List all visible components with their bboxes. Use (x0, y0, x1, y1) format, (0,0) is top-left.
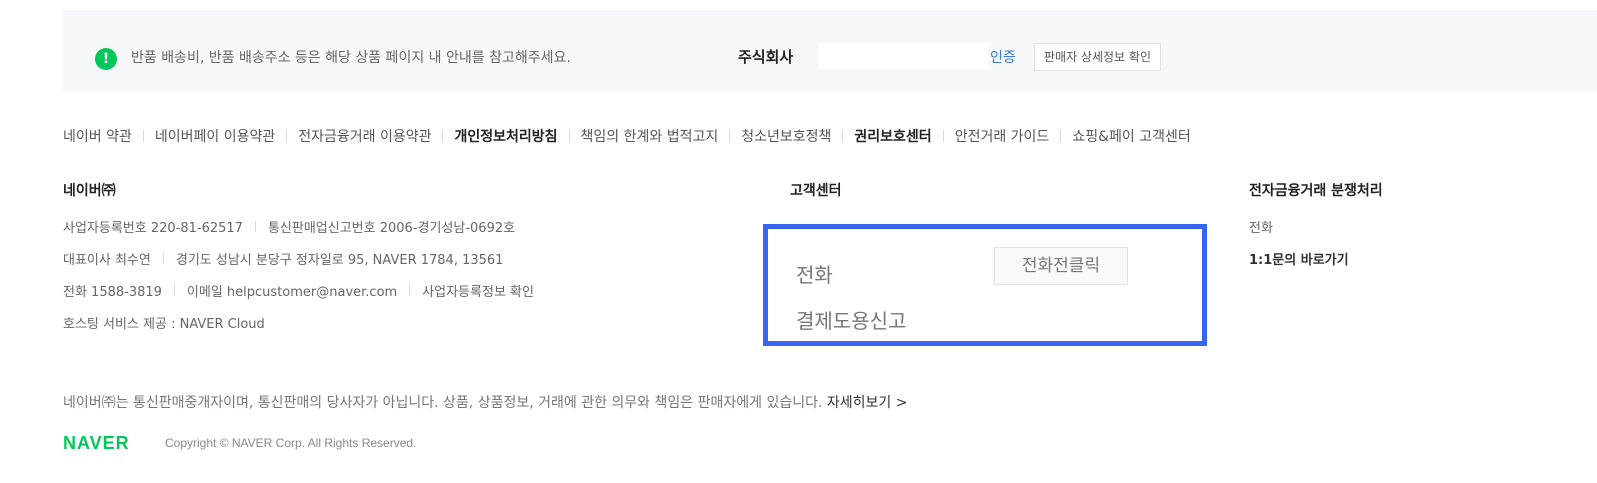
seller-notice-bar: ! 반품 배송비, 반품 배송주소 등은 해당 상품 페이지 내 안내를 참고해… (63, 10, 1597, 92)
disclaimer: 네이버㈜는 통신판매중개자이며, 통신판매의 당사자가 아닙니다. 상품, 상품… (63, 392, 907, 412)
divider (568, 130, 570, 142)
footer-link-efinance-terms[interactable]: 전자금융거래 이용약관 (298, 126, 431, 146)
divider (729, 130, 731, 142)
footer-link-naverpay-terms[interactable]: 네이버페이 이용약관 (155, 126, 275, 146)
ceo-name: 대표이사 최수연 (63, 253, 151, 268)
footer-link-customer-center[interactable]: 쇼핑&페이 고객센터 (1072, 126, 1190, 146)
company-phone: 전화 1588-3819 (63, 285, 162, 300)
divider (286, 130, 288, 142)
footer-links: 네이버 약관 네이버페이 이용약관 전자금융거래 이용약관 개인정보처리방침 책… (63, 124, 1191, 148)
company-email: 이메일 helpcustomer@naver.com (186, 285, 398, 300)
footer-link-rights-center[interactable]: 권리보호센터 (854, 126, 931, 146)
company-info-line: 대표이사 최수연 경기도 성남시 분당구 정자일로 95, NAVER 1784… (63, 249, 503, 268)
footer-link-youth-policy[interactable]: 청소년보호정책 (741, 126, 831, 146)
return-notice-text: 반품 배송비, 반품 배송주소 등은 해당 상품 페이지 내 안내를 참고해주세… (131, 50, 571, 66)
exclamation-circle-icon: ! (95, 48, 117, 70)
divider (142, 130, 144, 142)
payment-fraud-report-label: 결제도용신고 (796, 309, 907, 333)
company-address: 경기도 성남시 분당구 정자일로 95, NAVER 1784, 13561 (175, 253, 504, 268)
copyright-text: Copyright © NAVER Corp. All Rights Reser… (165, 436, 417, 450)
divider (1060, 130, 1062, 142)
disclaimer-text: 네이버㈜는 통신판매중개자이며, 통신판매의 당사자가 아닙니다. 상품, 상품… (63, 395, 823, 411)
customer-center-title: 고객센터 (790, 183, 842, 199)
footer-link-legal-notice[interactable]: 책임의 한계와 법적고지 (581, 126, 719, 146)
divider (162, 253, 164, 264)
divider (173, 285, 175, 296)
customer-center-highlight-box: 전화 전화전클릭 결제도용신고 (763, 224, 1207, 346)
dispute-title: 전자금융거래 분쟁처리 (1249, 183, 1383, 199)
dispute-phone: 전화 (1249, 221, 1273, 236)
divider (442, 130, 444, 142)
divider (409, 285, 411, 296)
hosting-provider: 호스팅 서비스 제공 : NAVER Cloud (63, 317, 265, 332)
disclaimer-more-link[interactable]: 자세히보기 > (827, 395, 908, 411)
customer-center-phone-label: 전화 (796, 263, 833, 287)
company-info-title: 네이버㈜ (63, 183, 116, 199)
footer-link-naver-terms[interactable]: 네이버 약관 (63, 126, 132, 146)
business-info-link[interactable]: 사업자등록정보 확인 (422, 281, 534, 300)
business-reg-number: 사업자등록번호 220-81-62517 (63, 221, 243, 236)
company-info-line: 호스팅 서비스 제공 : NAVER Cloud (63, 313, 265, 332)
seller-auth-label: 인증 (990, 50, 1016, 66)
seller-detail-button[interactable]: 판매자 상세정보 확인 (1034, 43, 1161, 71)
divider (254, 221, 256, 232)
company-info-line: 사업자등록번호 220-81-62517 통신판매업신고번호 2006-경기성남… (63, 217, 515, 236)
seller-company-name: 주식회사 (738, 48, 794, 66)
footer-link-privacy-policy[interactable]: 개인정보처리방침 (454, 126, 557, 146)
divider (942, 130, 944, 142)
ecommerce-reg-number: 통신판매업신고번호 2006-경기성남-0692호 (267, 221, 516, 236)
naver-logo: NAVER (63, 433, 130, 453)
company-info-line: 전화 1588-3819 이메일 helpcustomer@naver.com … (63, 281, 534, 300)
footer-link-safe-trade-guide[interactable]: 안전거래 가이드 (955, 126, 1050, 146)
inquiry-link[interactable]: 1:1문의 바로가기 (1249, 249, 1349, 268)
divider (842, 130, 844, 142)
phone-click-button[interactable]: 전화전클릭 (994, 247, 1128, 285)
seller-name-redacted (818, 43, 988, 69)
